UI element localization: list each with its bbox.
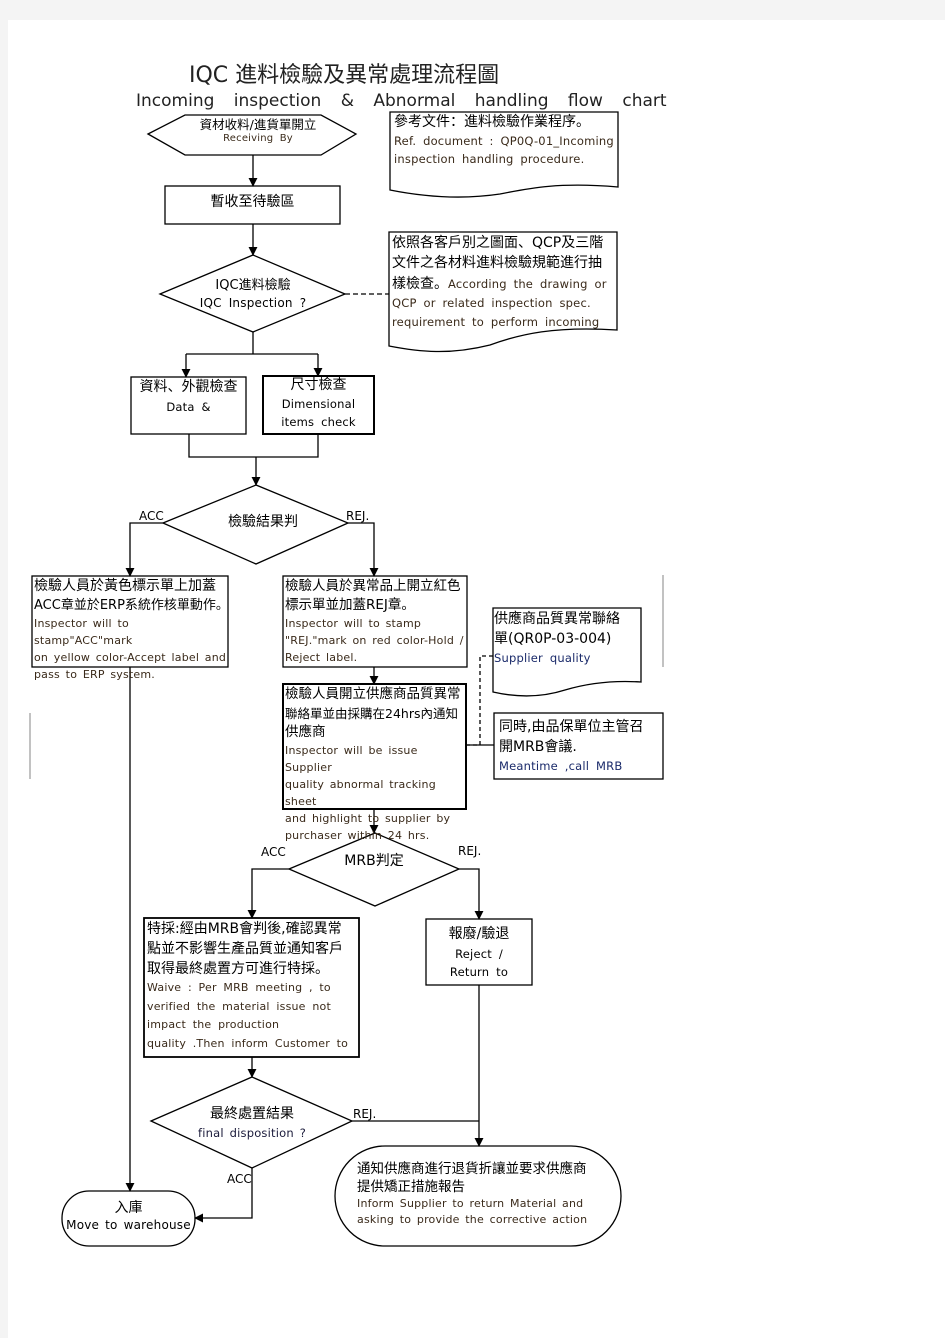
inform-zh2: 提供矯正措施報告 <box>357 1179 465 1195</box>
reject-en2: Return to <box>449 965 509 979</box>
supplier-doc-en1: Supplier quality <box>494 651 591 665</box>
inform-en2: asking to provide the corrective action <box>357 1213 588 1226</box>
flowchart-page: IQC 進料檢驗及異常處理流程圖 Incoming inspection & A… <box>8 20 945 1338</box>
acc-en1: Inspector will to stamp"ACC"mark <box>34 617 133 647</box>
iqc-inspection-node: IQC進料檢驗 IQC Inspection ? <box>178 276 328 311</box>
issue-en3: and highlight to supplier by <box>285 812 451 825</box>
edge-mrb-acc <box>247 868 289 919</box>
temp-receive-label: 暫收至待驗區 <box>210 194 295 210</box>
issue-en4: purchaser within 24 hrs. <box>285 829 430 842</box>
inform-supplier-node: 通知供應商進行退貨折讓並要求供應商 提供矯正措施報告 Inform Suppli… <box>357 1160 622 1228</box>
waive-zh1: 特採:經由MRB會判後,確認異常 <box>147 921 342 937</box>
spec-doc-node: 依照各客戶別之圖面、QCP及三階 文件之各材料進料檢驗規範進行抽 樣檢查。Acc… <box>392 233 624 332</box>
issue-en1: Inspector will be issue Supplier <box>285 744 418 774</box>
rej-zh2: 標示單並加蓋REJ章。 <box>285 597 415 613</box>
edge-judge-acc <box>125 522 163 577</box>
waive-en2: verified the material issue not <box>147 999 331 1013</box>
data-check-node: 資料、外觀檢查 Data & <box>131 379 246 417</box>
iqc-zh: IQC進料檢驗 <box>215 278 291 293</box>
edge-mrb-rej <box>459 868 484 920</box>
label-rej-3: REJ. <box>353 1107 377 1121</box>
spec-doc-en1: QCP or related inspection spec. <box>392 296 591 310</box>
page-title: IQC 進料檢驗及異常處理流程圖 <box>189 63 500 88</box>
mrb-meeting-en1: Meantime ,call MRB <box>499 759 623 773</box>
rej-en3: Reject label. <box>285 651 358 664</box>
label-acc-1: ACC <box>139 509 164 523</box>
rej-node: 檢驗人員於異常品上開立紅色 標示單並加蓋REJ章。 Inspector will… <box>285 577 469 666</box>
supplier-doc-zh1: 供應商品質異常聯絡 <box>494 611 620 627</box>
spec-doc-zh1: 依照各客戶別之圖面、QCP及三階 <box>392 235 604 251</box>
data-check-zh: 資料、外觀檢查 <box>139 379 238 395</box>
waive-zh2: 點並不影響生產品質並通知客戶 <box>147 941 343 957</box>
spec-doc-en0: According the drawing or <box>448 277 607 291</box>
warehouse-node: 入庫 Move to warehouse <box>62 1198 195 1233</box>
acc-en2: on yellow color-Accept label and <box>34 651 227 664</box>
issue-zh2: 聯絡單並由採購在24hrs內通知 <box>285 706 458 721</box>
spec-doc-zh2: 文件之各材料進料檢驗規範進行抽 <box>392 255 602 271</box>
rej-en1: Inspector will to stamp <box>285 617 422 630</box>
issue-en2: quality abnormal tracking sheet <box>285 778 436 808</box>
rej-en2: "REJ."mark on red color-Hold / <box>285 634 464 647</box>
acc-zh2: ACC章並於ERP系統作核單動作。 <box>34 598 229 613</box>
mrb-meeting-zh2: 開MRB會議. <box>499 739 577 755</box>
issue-zh3: 供應商 <box>285 724 326 740</box>
ref-doc-en1: Ref. document : QP0Q-01_Incoming <box>394 133 614 148</box>
acc-zh1: 檢驗人員於黃色標示單上加蓋 <box>34 578 216 594</box>
label-rej-1: REJ. <box>346 509 370 523</box>
reject-node: 報廢/驗退 Reject / Return to <box>426 924 532 981</box>
inform-en1: Inform Supplier to return Material and <box>357 1197 584 1210</box>
receiving-zh: 資材收料/進貨單開立 <box>199 117 317 132</box>
mrb-meeting-zh1: 同時,由品保單位主管召 <box>499 719 644 735</box>
dim-check-en1: Dimensional <box>281 396 356 411</box>
waive-node: 特採:經由MRB會判後,確認異常 點並不影響生產品質並通知客戶 取得最終處置方可… <box>147 919 362 1053</box>
result-judge-label: 檢驗結果判 <box>228 514 298 530</box>
spec-doc-en2: requirement to perform incoming <box>392 315 600 329</box>
final-disp-en: final disposition ? <box>197 1126 307 1140</box>
dim-check-node: 尺寸檢查 Dimensional items check <box>263 377 374 431</box>
receiving-node: 資材收料/進貨單開立 Receiving By <box>158 117 358 145</box>
inform-zh1: 通知供應商進行退貨折讓並要求供應商 <box>357 1161 587 1177</box>
ref-doc-zh: 參考文件：進料檢驗作業程序。 <box>394 114 590 130</box>
ref-doc-en2: inspection handling procedure. <box>394 151 585 166</box>
label-acc-2: ACC <box>261 845 286 859</box>
issue-node: 檢驗人員開立供應商品質異常 聯絡單並由採購在24hrs內通知 供應商 Inspe… <box>285 685 470 844</box>
spec-doc-zh3: 樣檢查。 <box>392 276 448 292</box>
data-check-en: Data & <box>166 399 211 414</box>
dim-check-en2: items check <box>281 414 356 429</box>
label-acc-3: ACC <box>227 1172 252 1186</box>
warehouse-en: Move to warehouse <box>66 1218 191 1232</box>
iqc-en: IQC Inspection ? <box>199 296 307 310</box>
final-disp-zh: 最終處置結果 <box>210 1106 294 1122</box>
waive-en3: impact the production <box>147 1018 280 1031</box>
warehouse-zh: 入庫 <box>114 1200 143 1216</box>
mrb-judge-label: MRB判定 <box>344 853 404 869</box>
receiving-en: Receiving By <box>223 132 293 144</box>
dim-check-zh: 尺寸檢查 <box>290 377 347 393</box>
ref-doc-node: 參考文件：進料檢驗作業程序。 Ref. document : QP0Q-01_I… <box>394 114 624 168</box>
waive-en1: Waive : Per MRB meeting , to <box>147 981 331 994</box>
final-disposition-node: 最終處置結果 final disposition ? <box>177 1104 327 1142</box>
rej-zh1: 檢驗人員於異常品上開立紅色 <box>285 578 461 594</box>
acc-node: 檢驗人員於黃色標示單上加蓋 ACC章並於ERP系統作核單動作。 Inspecto… <box>34 577 230 683</box>
supplier-doc-node: 供應商品質異常聯絡 單(QR0P-03-004) Supplier qualit… <box>494 609 644 667</box>
reject-en1: Reject / <box>455 947 503 961</box>
edge-judge-rej <box>348 522 379 577</box>
label-rej-2: REJ. <box>458 844 482 858</box>
mrb-meeting-node: 同時,由品保單位主管召 開MRB會議. Meantime ,call MRB <box>499 717 667 776</box>
waive-en4: quality .Then inform Customer to <box>147 1036 349 1050</box>
issue-zh1: 檢驗人員開立供應商品質異常 <box>285 686 461 702</box>
edge-issue-supplierdoc <box>466 655 493 746</box>
acc-en3: pass to ERP system. <box>34 668 156 681</box>
page-subtitle: Incoming inspection & Abnormal handling … <box>136 91 667 111</box>
edge-merge <box>188 434 319 458</box>
reject-zh: 報廢/驗退 <box>448 926 510 942</box>
supplier-doc-zh2: 單(QR0P-03-004) <box>494 631 612 647</box>
waive-zh3: 取得最終處置方可進行特採。 <box>147 961 329 977</box>
